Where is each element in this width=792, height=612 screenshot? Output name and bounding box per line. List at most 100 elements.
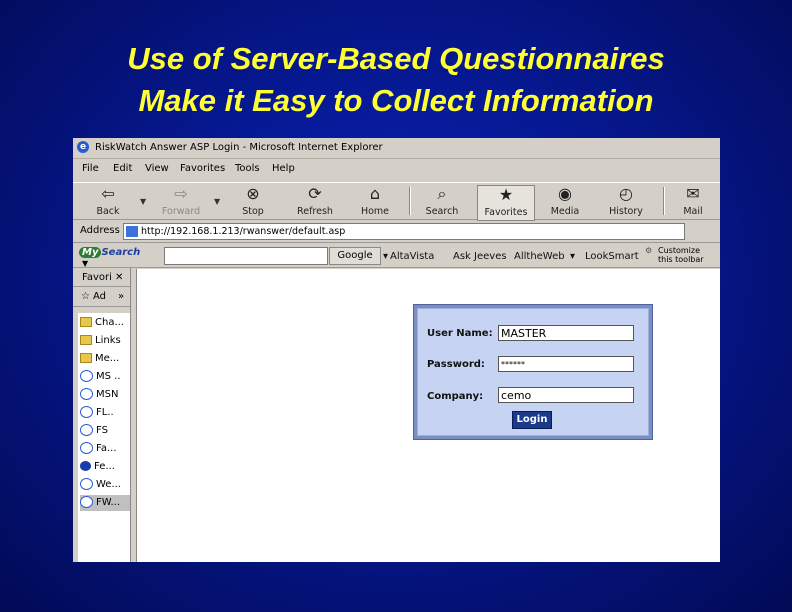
page-icon <box>126 226 138 237</box>
google-search-button[interactable]: Google <box>329 247 381 265</box>
list-item[interactable]: MSN <box>80 387 130 403</box>
menu-edit[interactable]: Edit <box>113 163 132 174</box>
add-favorite-icon[interactable]: ☆ <box>81 291 90 302</box>
password-input[interactable]: ****** <box>498 356 634 372</box>
close-icon[interactable]: ✕ <box>115 272 123 283</box>
ie-page-icon <box>80 406 93 418</box>
list-item[interactable]: Fa... <box>80 441 130 457</box>
mail-label: Mail <box>683 206 703 217</box>
favorites-pane-title: Favori <box>82 272 112 283</box>
back-dropdown-icon[interactable]: ▼ <box>140 197 146 206</box>
menu-tools[interactable]: Tools <box>235 163 260 174</box>
search-input[interactable] <box>164 247 328 265</box>
home-label: Home <box>360 206 390 217</box>
menu-help[interactable]: Help <box>272 163 295 174</box>
history-label: History <box>609 206 643 217</box>
customize-line1: Customize <box>658 246 700 255</box>
list-item-label: FS <box>96 425 108 436</box>
ie-page-icon <box>80 388 93 400</box>
address-bar: Address http://192.168.1.213/rwanswer/de… <box>73 220 720 243</box>
ie-page-icon <box>80 370 93 382</box>
toolbar-separator <box>409 187 411 215</box>
company-input[interactable]: cemo <box>498 387 634 403</box>
menu-favorites[interactable]: Favorites <box>180 163 225 174</box>
media-label: Media <box>550 206 580 217</box>
back-label: Back <box>96 206 120 217</box>
search-toolbar: My Search ▼ Google ▾ AltaVista Ask Jeeves… <box>73 243 720 268</box>
company-label: Company: <box>427 391 484 402</box>
list-item[interactable]: FS <box>80 423 130 439</box>
link-ask-jeeves[interactable]: Ask Jeeves <box>453 251 507 262</box>
home-button[interactable]: ⌂ Home <box>355 185 395 219</box>
favorites-button[interactable]: ★ Favorites <box>477 185 535 221</box>
stop-label: Stop <box>242 206 264 217</box>
forward-arrow-icon: ⇨ <box>174 184 188 203</box>
address-url: http://192.168.1.213/rwanswer/default.as… <box>141 226 346 237</box>
list-item-label: Fe... <box>94 461 115 472</box>
list-item[interactable]: Me... <box>80 351 130 367</box>
refresh-label: Refresh <box>297 206 333 217</box>
menu-bar: File Edit View Favorites Tools Help <box>73 160 720 178</box>
stop-button[interactable]: ⊗ Stop <box>233 185 273 219</box>
folder-icon <box>80 317 92 327</box>
link-alltheweb[interactable]: AlltheWeb <box>514 251 565 262</box>
history-button[interactable]: ◴ History <box>604 185 648 219</box>
list-item[interactable]: Links <box>80 333 130 349</box>
login-form-inner: User Name: MASTER Password: ****** Compa… <box>417 308 649 436</box>
list-item[interactable]: FW... <box>80 495 130 511</box>
list-item-label: FW... <box>96 497 121 508</box>
add-favorite-label[interactable]: Ad <box>93 291 106 302</box>
more-chevron-icon[interactable]: » <box>118 291 124 302</box>
chevron-down-icon[interactable]: ▾ <box>383 251 388 262</box>
link-looksmart[interactable]: LookSmart <box>585 251 639 262</box>
stop-icon: ⊗ <box>246 184 260 203</box>
login-form: User Name: MASTER Password: ****** Compa… <box>413 304 653 440</box>
ie-page-icon <box>80 442 93 454</box>
ie-page-icon <box>80 424 93 436</box>
list-item-label: MSN <box>96 389 119 400</box>
folder-icon <box>80 353 92 363</box>
chevron-down-icon: ▼ <box>82 259 89 268</box>
list-item-label: MS .. <box>96 371 121 382</box>
menu-file[interactable]: File <box>82 163 99 174</box>
google-label: Google <box>337 250 373 261</box>
list-item[interactable]: FL.. <box>80 405 130 421</box>
list-item[interactable]: Fe... <box>80 459 130 475</box>
menu-view[interactable]: View <box>145 163 169 174</box>
slide-title: Use of Server-Based Questionnaires Make … <box>0 38 792 122</box>
list-item[interactable]: MS .. <box>80 369 130 385</box>
search-icon: ⌕ <box>437 184 447 203</box>
link-altavista[interactable]: AltaVista <box>390 251 434 262</box>
media-button[interactable]: ◉ Media <box>543 185 587 219</box>
back-arrow-icon: ⇦ <box>101 184 115 203</box>
forward-dropdown-icon[interactable]: ▼ <box>214 197 220 206</box>
list-item-label: FL.. <box>96 407 114 418</box>
username-input[interactable]: MASTER <box>498 325 634 341</box>
list-item[interactable]: Cha... <box>80 315 130 331</box>
customize-line2: this toolbar <box>658 255 704 264</box>
chevron-down-icon[interactable]: ▾ <box>570 251 575 262</box>
address-label: Address <box>80 225 120 236</box>
list-item-label: We... <box>96 479 121 490</box>
ie-page-icon <box>80 478 93 490</box>
slide-title-line1: Use of Server-Based Questionnaires <box>127 41 665 76</box>
search-button[interactable]: ⌕ Search <box>420 185 464 219</box>
list-item-label: Me... <box>95 353 120 364</box>
gear-icon[interactable]: ⚙ <box>645 246 652 255</box>
list-item[interactable]: We... <box>80 477 130 493</box>
favorites-folder-icon: ★ <box>498 185 514 204</box>
refresh-button[interactable]: ⟳ Refresh <box>291 185 339 219</box>
mail-button[interactable]: ✉ Mail <box>673 185 713 219</box>
mysearch-logo[interactable]: My Search ▼ <box>79 247 149 268</box>
customize-toolbar-link[interactable]: Customize this toolbar <box>658 246 704 264</box>
search-label: Search <box>425 206 459 217</box>
favorites-pane-header: Favori ✕ <box>73 270 130 287</box>
login-button[interactable]: Login <box>512 411 552 429</box>
feed-icon <box>80 461 91 471</box>
address-input[interactable]: http://192.168.1.213/rwanswer/default.as… <box>123 223 685 240</box>
mysearch-my: My <box>79 247 102 258</box>
username-label: User Name: <box>427 328 493 339</box>
window-title: RiskWatch Answer ASP Login - Microsoft I… <box>95 142 383 153</box>
back-button[interactable]: ⇦ Back <box>87 185 129 219</box>
forward-button[interactable]: ⇨ Forward <box>157 185 205 219</box>
